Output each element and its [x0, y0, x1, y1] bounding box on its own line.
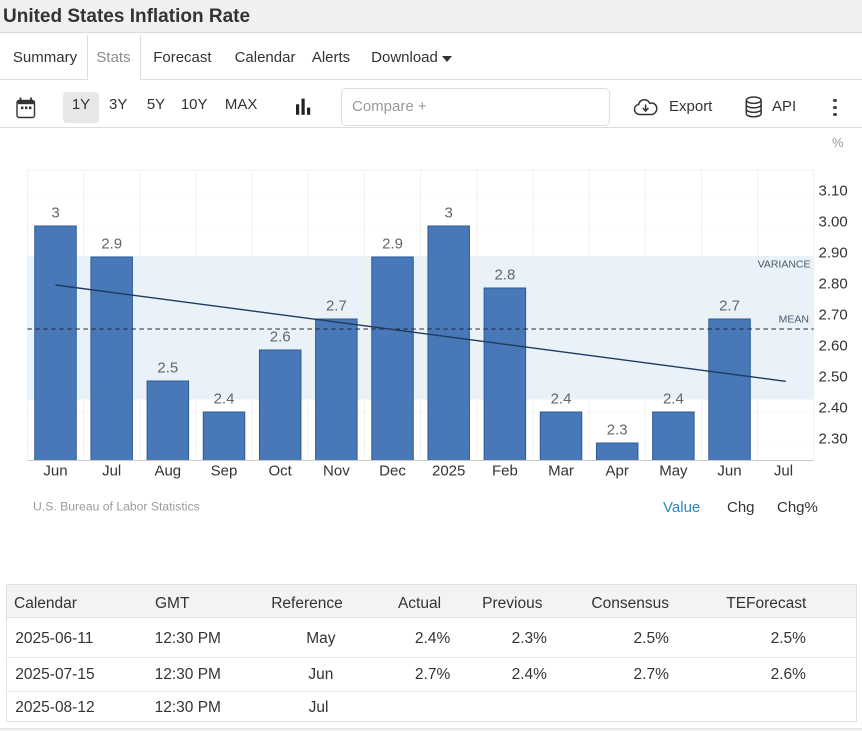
svg-text:Nov: Nov	[323, 462, 350, 479]
svg-text:3: 3	[51, 205, 59, 222]
svg-text:2.9: 2.9	[101, 236, 122, 253]
svg-text:2025: 2025	[432, 462, 465, 479]
svg-text:2.40: 2.40	[819, 400, 848, 417]
svg-text:2.4: 2.4	[663, 391, 684, 408]
svg-text:2.7: 2.7	[719, 298, 740, 315]
svg-text:U.S. Bureau of Labor Statistic: U.S. Bureau of Labor Statistics	[33, 500, 200, 514]
svg-text:2.4: 2.4	[214, 391, 235, 408]
svg-text:Jul: Jul	[102, 462, 121, 479]
svg-text:Chg%: Chg%	[777, 499, 818, 516]
svg-text:2.30: 2.30	[819, 431, 848, 448]
svg-text:2.90: 2.90	[819, 245, 848, 262]
svg-text:MEAN: MEAN	[779, 314, 809, 326]
svg-text:Jul: Jul	[774, 462, 793, 479]
svg-text:2.70: 2.70	[819, 307, 848, 324]
svg-text:2.7: 2.7	[326, 298, 347, 315]
svg-text:Oct: Oct	[269, 462, 293, 479]
svg-text:2.60: 2.60	[819, 338, 848, 355]
svg-text:May: May	[659, 462, 688, 479]
svg-text:2.50: 2.50	[819, 369, 848, 386]
svg-text:Jun: Jun	[43, 462, 67, 479]
svg-text:%: %	[832, 135, 844, 150]
svg-text:Apr: Apr	[606, 462, 629, 479]
svg-text:Sep: Sep	[211, 462, 238, 479]
svg-text:2.5: 2.5	[157, 360, 178, 377]
svg-text:Dec: Dec	[379, 462, 406, 479]
svg-text:3: 3	[445, 205, 453, 222]
svg-text:2.80: 2.80	[819, 276, 848, 293]
svg-text:Aug: Aug	[154, 462, 181, 479]
svg-text:3.10: 3.10	[819, 183, 848, 200]
svg-text:Chg: Chg	[727, 499, 755, 516]
svg-text:Jun: Jun	[717, 462, 741, 479]
svg-text:2.8: 2.8	[494, 267, 515, 284]
svg-text:Value: Value	[663, 499, 700, 516]
svg-text:VARIANCE: VARIANCE	[758, 259, 811, 271]
svg-text:2.9: 2.9	[382, 236, 403, 253]
svg-text:2.3: 2.3	[607, 422, 628, 439]
svg-text:2.6: 2.6	[270, 329, 291, 346]
svg-text:Feb: Feb	[492, 462, 518, 479]
svg-text:Mar: Mar	[548, 462, 574, 479]
svg-text:3.00: 3.00	[819, 214, 848, 231]
svg-text:2.4: 2.4	[551, 391, 572, 408]
